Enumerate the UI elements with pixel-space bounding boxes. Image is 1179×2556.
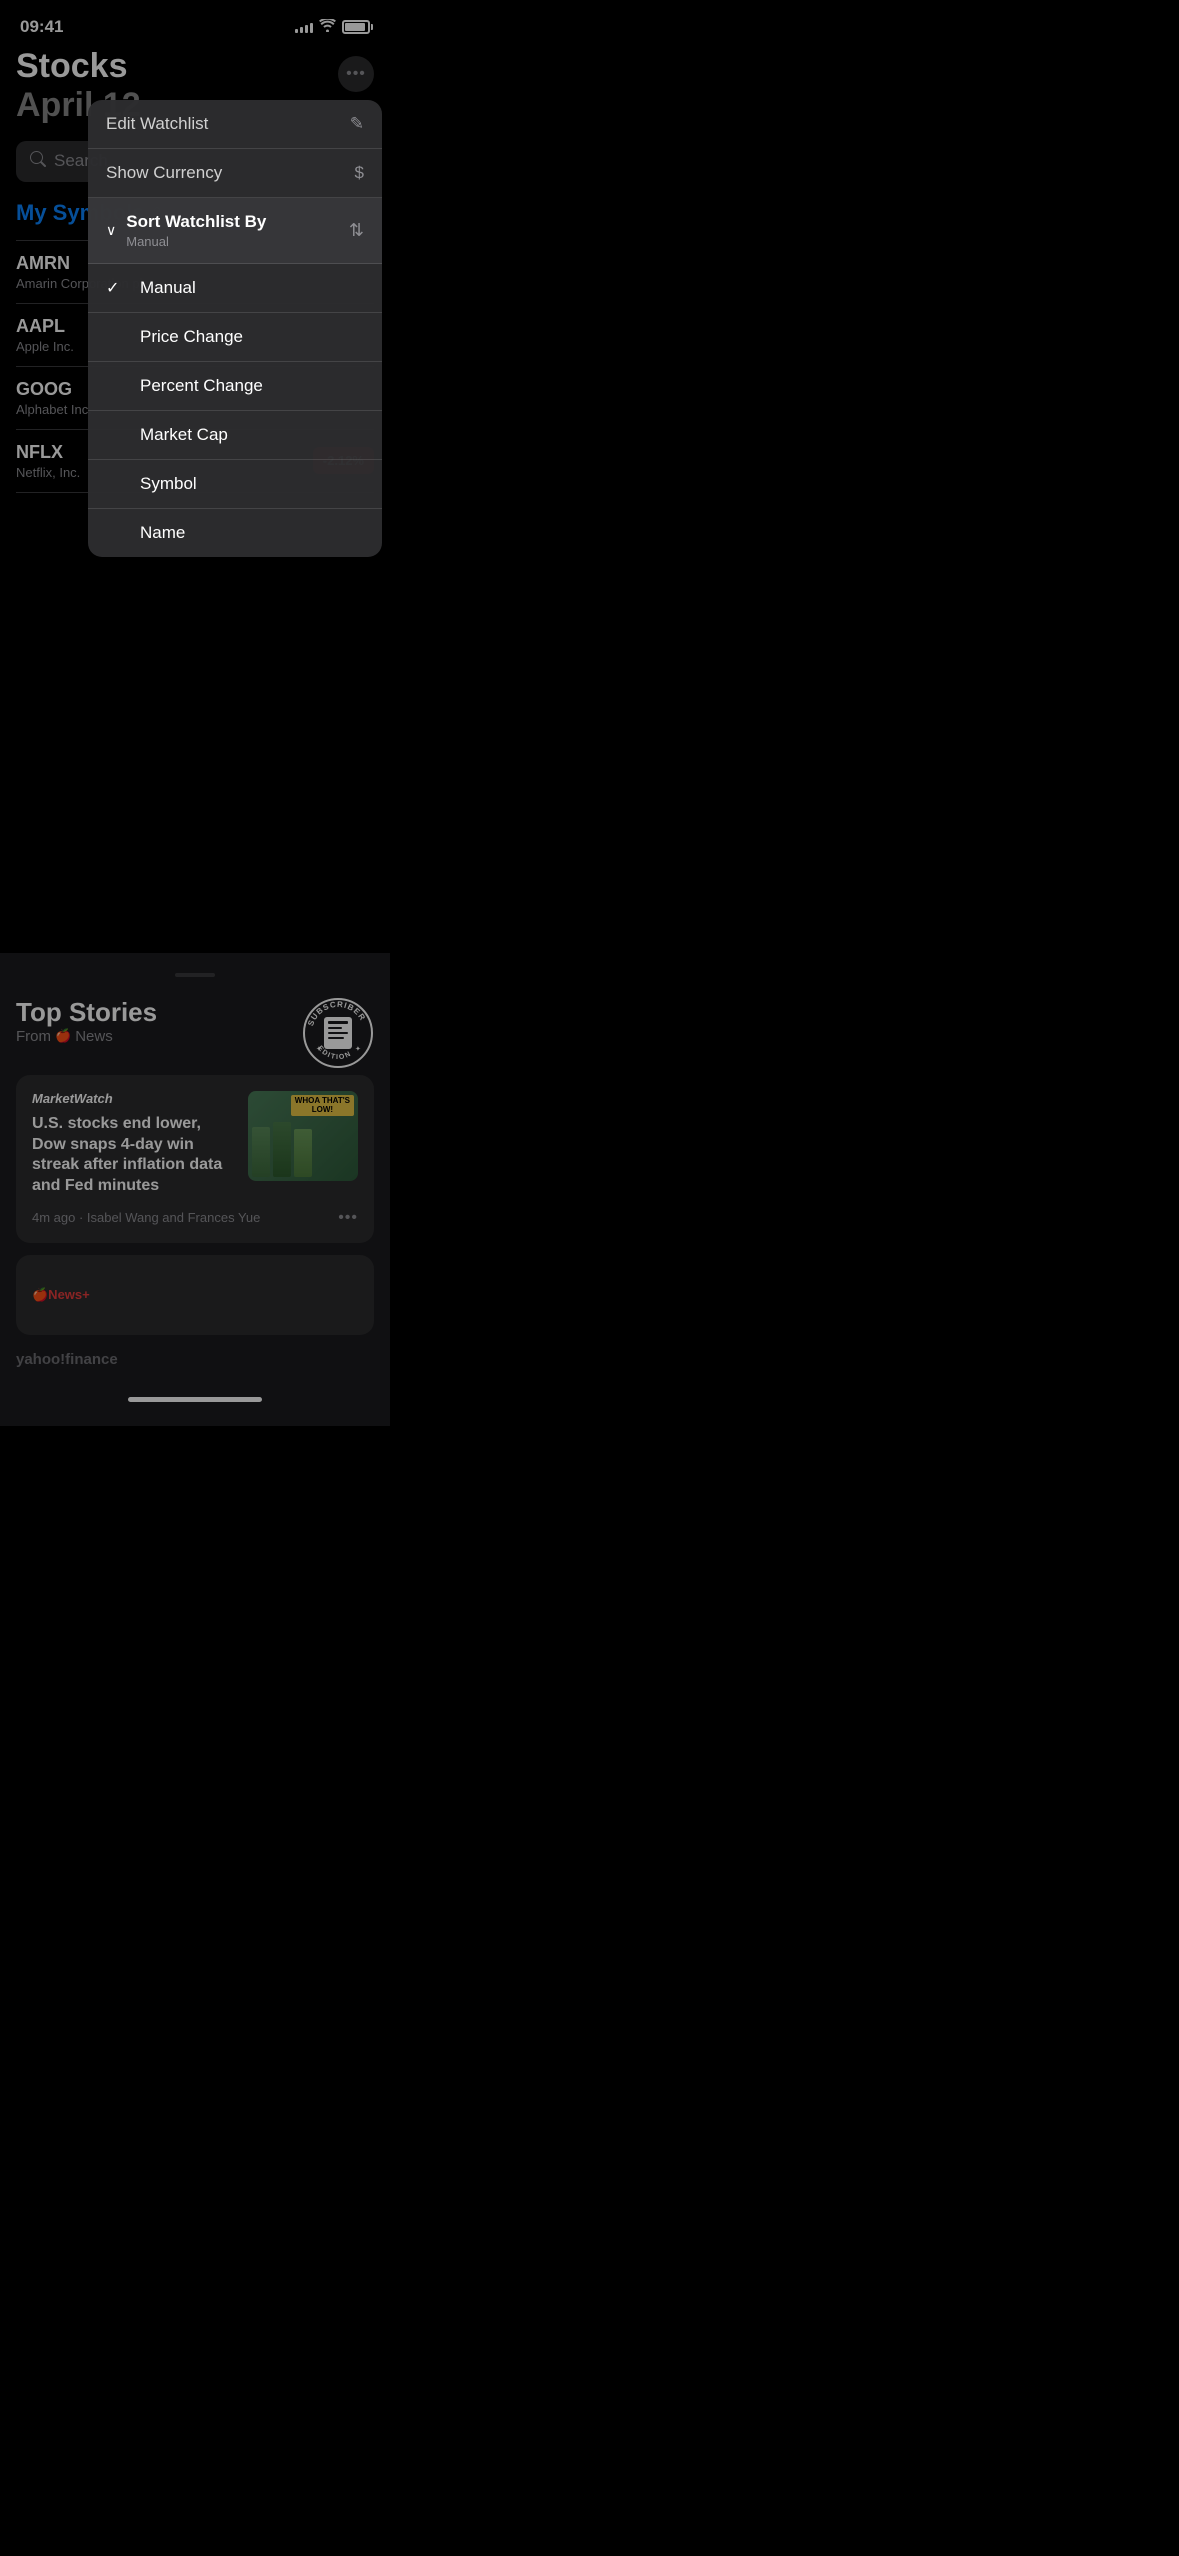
sort-option-label: Market Cap bbox=[140, 425, 228, 445]
sort-option-symbol[interactable]: Symbol bbox=[88, 460, 382, 509]
currency-icon: $ bbox=[355, 163, 364, 183]
sort-title-block: Sort Watchlist By Manual bbox=[126, 212, 349, 249]
sort-option-manual[interactable]: ✓ Manual bbox=[88, 264, 382, 313]
sort-collapse-icon: ∨ bbox=[106, 222, 116, 239]
sort-option-market-cap[interactable]: Market Cap bbox=[88, 411, 382, 460]
edit-watchlist-label: Edit Watchlist bbox=[106, 114, 208, 134]
sort-option-label: Price Change bbox=[140, 327, 243, 347]
check-icon: ✓ bbox=[106, 278, 126, 298]
sort-option-label: Symbol bbox=[140, 474, 197, 494]
sort-option-name[interactable]: Name bbox=[88, 509, 382, 557]
sort-option-price-change[interactable]: Price Change bbox=[88, 313, 382, 362]
edit-watchlist-option[interactable]: Edit Watchlist ✎ bbox=[88, 100, 382, 149]
sort-option-label: Name bbox=[140, 523, 185, 543]
sort-option-label: Manual bbox=[140, 278, 196, 298]
sort-watchlist-header[interactable]: ∨ Sort Watchlist By Manual ⇅ bbox=[88, 198, 382, 264]
edit-icon: ✎ bbox=[350, 114, 364, 134]
sort-current-value: Manual bbox=[126, 234, 349, 249]
sort-direction-icon: ⇅ bbox=[349, 220, 364, 241]
sort-option-label: Percent Change bbox=[140, 376, 263, 396]
sort-dropdown-menu: Edit Watchlist ✎ Show Currency $ ∨ Sort … bbox=[88, 100, 382, 557]
show-currency-label: Show Currency bbox=[106, 163, 222, 183]
sort-option-percent-change[interactable]: Percent Change bbox=[88, 362, 382, 411]
show-currency-option[interactable]: Show Currency $ bbox=[88, 149, 382, 198]
sort-title: Sort Watchlist By bbox=[126, 212, 349, 232]
